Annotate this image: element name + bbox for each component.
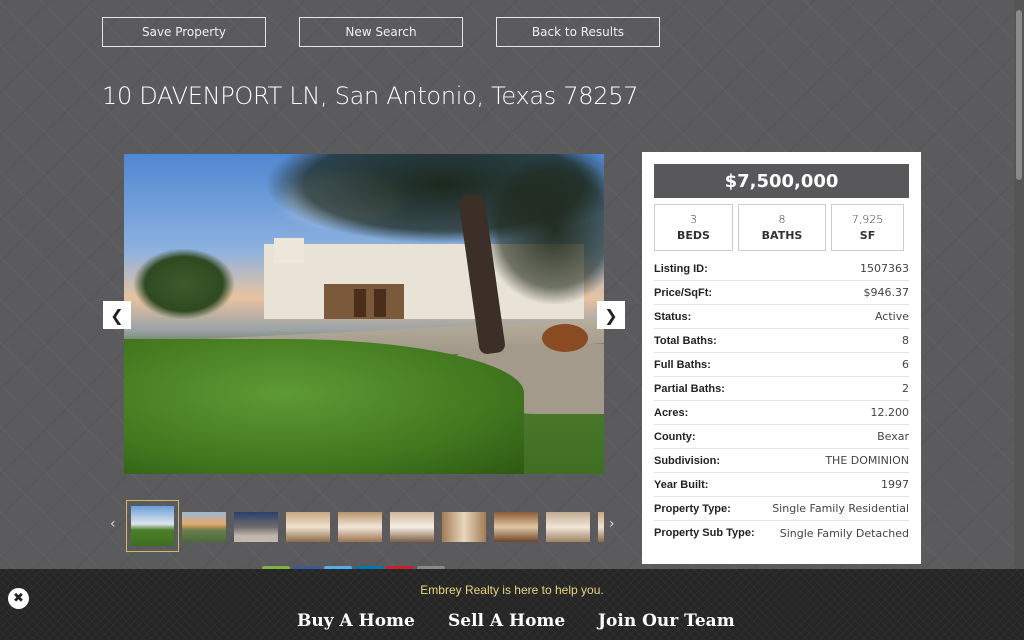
footer-tagline: Embrey Realty is here to help you. xyxy=(420,583,604,597)
property-address: 10 DAVENPORT LN, San Antonio, Texas 7825… xyxy=(102,82,639,110)
detail-value: 12.200 xyxy=(870,406,910,419)
footer-bar: Embrey Realty is here to help you. Buy A… xyxy=(0,569,1024,640)
detail-row-partial-baths: Partial Baths: 2 xyxy=(654,377,909,401)
beds-label: BEDS xyxy=(677,229,710,242)
detail-value: 1507363 xyxy=(860,262,909,275)
detail-key: Status: xyxy=(654,310,692,323)
beds-value: 3 xyxy=(690,213,697,226)
scrollbar-thumb[interactable] xyxy=(1016,10,1022,180)
detail-value: Bexar xyxy=(877,430,909,443)
thumbnail[interactable] xyxy=(442,512,486,542)
stat-baths: 8 BATHS xyxy=(738,204,826,251)
detail-key: Property Type: xyxy=(654,502,731,515)
detail-key: Acres: xyxy=(654,406,689,419)
detail-row-price-sqft: Price/SqFt: $946.37 xyxy=(654,281,909,305)
detail-row-status: Status: Active xyxy=(654,305,909,329)
detail-key: Partial Baths: xyxy=(654,382,725,395)
detail-value: Single Family Detached xyxy=(779,526,909,540)
save-property-button[interactable]: Save Property xyxy=(102,17,266,47)
detail-value: 2 xyxy=(902,382,909,395)
detail-key: Price/SqFt: xyxy=(654,286,713,299)
stat-beds: 3 BEDS xyxy=(654,204,733,251)
thumbnail-active[interactable] xyxy=(126,500,179,552)
listing-details: Listing ID: 1507363 Price/SqFt: $946.37 St… xyxy=(654,257,909,545)
back-to-results-button[interactable]: Back to Results xyxy=(496,17,660,47)
detail-value: 6 xyxy=(902,358,909,371)
detail-key: Total Baths: xyxy=(654,334,717,347)
thumbnail[interactable] xyxy=(546,512,590,542)
detail-value: $946.37 xyxy=(863,286,910,299)
detail-value: 1997 xyxy=(881,478,909,491)
chevron-left-icon: ❮ xyxy=(110,305,124,325)
photo-prev-button[interactable]: ❮ xyxy=(103,301,131,329)
listing-summary-card: $7,500,000 3 BEDS 8 BATHS 7,925 SF Listi… xyxy=(642,152,921,564)
baths-value: 8 xyxy=(778,213,786,226)
detail-row-county: County: Bexar xyxy=(654,425,909,449)
footer-close-button[interactable]: ✖ xyxy=(8,588,29,609)
nav-join-our-team[interactable]: Join Our Team xyxy=(598,611,735,631)
nav-sell-a-home[interactable]: Sell A Home xyxy=(448,611,565,631)
thumbnail[interactable] xyxy=(598,512,604,542)
page-scrollbar[interactable] xyxy=(1014,0,1024,570)
thumbnail[interactable] xyxy=(390,512,434,542)
detail-row-full-baths: Full Baths: 6 xyxy=(654,353,909,377)
thumbnail[interactable] xyxy=(494,512,538,542)
detail-value: THE DOMINION xyxy=(825,454,909,467)
detail-key: Subdivision: xyxy=(654,454,720,467)
photo-next-button[interactable]: ❯ xyxy=(597,301,625,329)
thumbnail[interactable] xyxy=(182,512,226,542)
thumbnail[interactable] xyxy=(286,512,330,542)
stat-sf: 7,925 SF xyxy=(831,204,904,251)
thumbnail[interactable] xyxy=(338,512,382,542)
chevron-right-icon: ❯ xyxy=(604,305,618,325)
close-icon: ✖ xyxy=(13,591,24,606)
detail-key: County: xyxy=(654,430,696,443)
thumbnails-prev-button[interactable]: ‹ xyxy=(110,516,116,532)
detail-row-listing-id: Listing ID: 1507363 xyxy=(654,257,909,281)
detail-row-property-type: Property Type: Single Family Residential xyxy=(654,497,909,521)
baths-label: BATHS xyxy=(761,229,803,242)
detail-key: Listing ID: xyxy=(654,262,708,275)
thumbnail[interactable] xyxy=(234,512,278,542)
main-property-photo[interactable] xyxy=(124,154,604,474)
detail-row-total-baths: Total Baths: 8 xyxy=(654,329,909,353)
thumbnails-next-button[interactable]: › xyxy=(609,516,615,532)
detail-row-subdivision: Subdivision: THE DOMINION xyxy=(654,449,909,473)
sf-value: 7,925 xyxy=(851,213,884,226)
listing-stats: 3 BEDS 8 BATHS 7,925 SF xyxy=(654,204,909,251)
detail-key: Full Baths: xyxy=(654,358,711,371)
detail-key: Year Built: xyxy=(654,478,709,491)
sf-label: SF xyxy=(859,229,876,242)
nav-buy-a-home[interactable]: Buy A Home xyxy=(297,611,415,631)
listing-price: $7,500,000 xyxy=(654,164,909,198)
detail-row-property-sub-type: Property Sub Type: Single Family Detached xyxy=(654,521,909,545)
detail-key: Property Sub Type: xyxy=(654,527,755,539)
new-search-button[interactable]: New Search xyxy=(299,17,463,47)
detail-value: Single Family Residential xyxy=(772,502,909,515)
detail-value: Active xyxy=(874,310,909,323)
detail-row-year-built: Year Built: 1997 xyxy=(654,473,909,497)
detail-row-acres: Acres: 12.200 xyxy=(654,401,909,425)
detail-value: 8 xyxy=(902,334,909,347)
